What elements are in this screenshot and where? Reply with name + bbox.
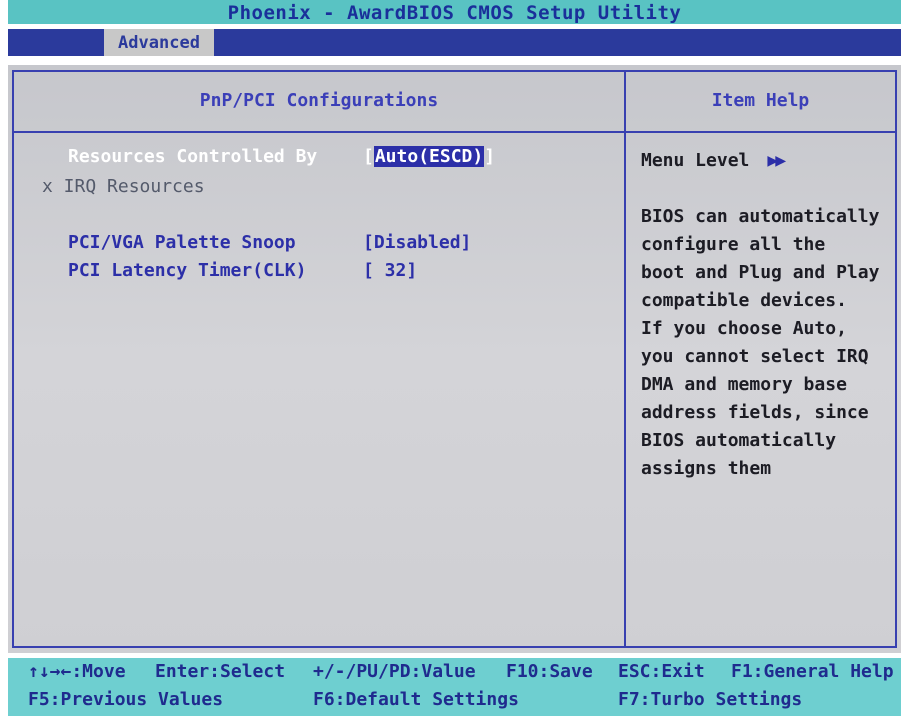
key-save: F10:Save — [506, 661, 593, 682]
key-exit: ESC:Exit — [618, 661, 705, 682]
frame-left — [12, 70, 14, 648]
setting-value[interactable]: [ 32] — [363, 260, 417, 281]
help-line: compatible devices. — [641, 290, 847, 311]
key-general-help: F1:General Help — [731, 661, 894, 682]
menu-bar: Advanced — [8, 29, 901, 56]
key-move: ↑↓→←:Move — [28, 661, 126, 682]
menu-level-label: Menu Level — [641, 150, 750, 171]
title-bar: Phoenix - AwardBIOS CMOS Setup Utility — [8, 0, 901, 24]
setting-value[interactable]: [Disabled] — [363, 232, 471, 253]
menu-level: Menu Level ▶▶ — [641, 150, 786, 171]
help-line: you cannot select IRQ — [641, 346, 869, 367]
key-default-settings: F6:Default Settings — [313, 689, 519, 710]
frame-bottom — [12, 646, 897, 648]
setting-label: PCI Latency Timer(CLK) — [68, 260, 307, 281]
frame-right — [895, 70, 897, 648]
selected-value[interactable]: Auto(ESCD) — [373, 146, 485, 167]
key-previous-values: F5:Previous Values — [28, 689, 224, 710]
help-line: BIOS can automatically — [641, 206, 880, 227]
help-line: boot and Plug and Play — [641, 262, 880, 283]
tab-advanced[interactable]: Advanced — [104, 29, 214, 56]
key-turbo-settings: F7:Turbo Settings — [618, 689, 803, 710]
help-line: address fields, since — [641, 402, 869, 423]
help-line: DMA and memory base — [641, 374, 847, 395]
key-select: Enter:Select — [155, 661, 286, 682]
help-title: Item Help — [711, 90, 810, 111]
help-line: BIOS automatically — [641, 430, 837, 451]
page-title: PnP/PCI Configurations — [199, 90, 439, 111]
app-title: Phoenix - AwardBIOS CMOS Setup Utility — [227, 2, 682, 24]
double-right-arrow-icon: ▶▶ — [767, 150, 786, 171]
bios-screen: Phoenix - AwardBIOS CMOS Setup Utility A… — [0, 0, 901, 716]
setting-value[interactable]: [Auto(ESCD)] — [363, 146, 495, 167]
frame-divider-vertical — [624, 70, 626, 648]
setting-label: Resources Controlled By — [68, 146, 318, 167]
help-line: configure all the — [641, 234, 826, 255]
setting-label: x IRQ Resources — [42, 176, 205, 197]
setting-label: PCI/VGA Palette Snoop — [68, 232, 296, 253]
frame-divider-horizontal — [12, 131, 897, 133]
help-line: If you choose Auto, — [641, 318, 847, 339]
key-value: +/-/PU/PD:Value — [313, 661, 476, 682]
help-line: assigns them — [641, 458, 772, 479]
